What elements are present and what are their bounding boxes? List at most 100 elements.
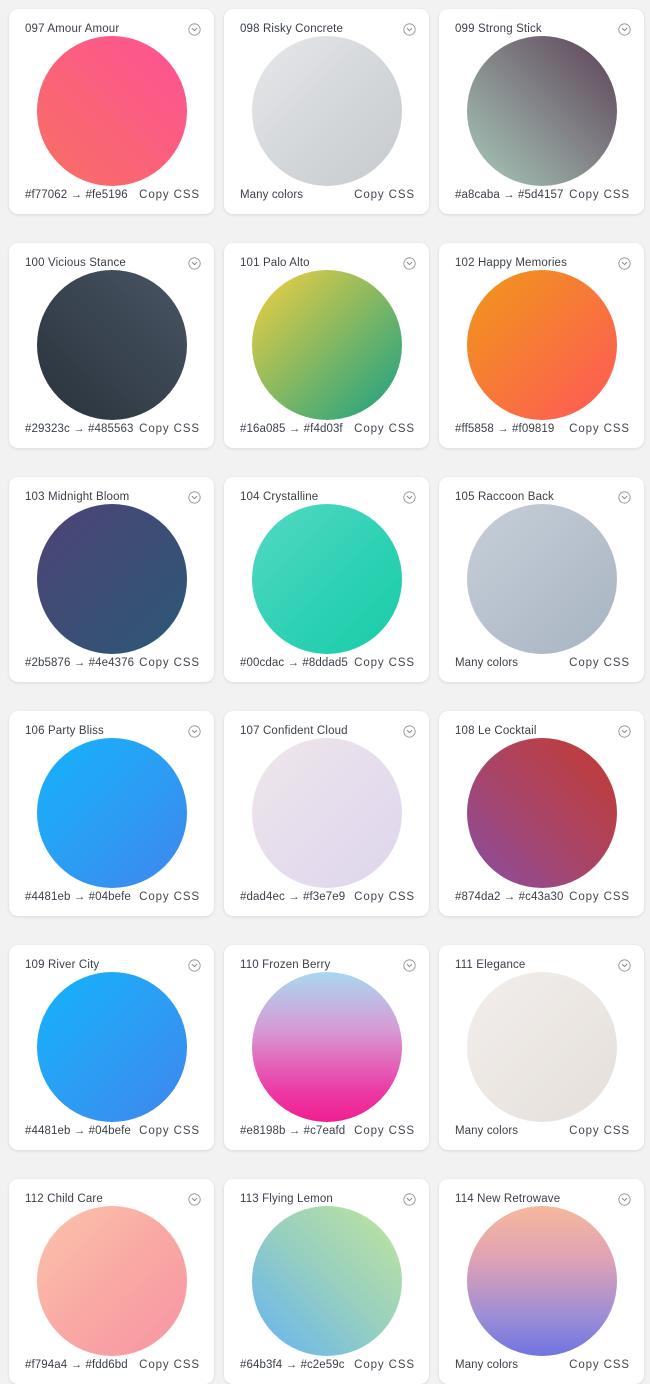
gradient-swatch[interactable] <box>251 270 402 420</box>
chevron-down-circle-icon[interactable] <box>188 958 201 972</box>
copy-css-button[interactable]: Copy CSS <box>354 891 415 903</box>
card-title: 110 Frozen Berry <box>240 959 331 971</box>
gradient-swatch[interactable] <box>36 504 187 654</box>
gradient-swatch[interactable] <box>36 738 187 888</box>
chevron-down-circle-icon[interactable] <box>403 958 416 972</box>
chevron-down-circle-icon[interactable] <box>188 490 201 504</box>
gradient-card[interactable]: 099 Strong Stick #a8caba → #5d4157 Copy … <box>439 9 644 214</box>
chevron-down-circle-icon[interactable] <box>188 1192 201 1206</box>
chevron-down-circle-icon[interactable] <box>188 22 201 36</box>
copy-css-button[interactable]: Copy CSS <box>354 1125 415 1137</box>
swatch-wrap <box>439 738 644 888</box>
gradient-card[interactable]: 102 Happy Memories #ff5858 → #f09819 Cop… <box>439 243 644 448</box>
card-title: 099 Strong Stick <box>455 23 542 35</box>
gradient-swatch[interactable] <box>36 270 187 420</box>
copy-css-button[interactable]: Copy CSS <box>139 423 200 435</box>
gradient-hex-pair: #2b5876 → #4e4376 <box>25 657 135 669</box>
gradient-card[interactable]: 105 Raccoon Back Many colors Copy CSS <box>439 477 644 682</box>
card-footer: Many colors Copy CSS <box>439 653 644 669</box>
gradient-card[interactable]: 106 Party Bliss #4481eb → #04befe Copy C… <box>9 711 214 916</box>
card-title: 098 Risky Concrete <box>240 23 344 35</box>
chevron-down-circle-icon[interactable] <box>618 22 631 36</box>
copy-css-button[interactable]: Copy CSS <box>139 1125 200 1137</box>
chevron-down-circle-icon[interactable] <box>403 724 416 738</box>
gradient-card[interactable]: 109 River City #4481eb → #04befe Copy CS… <box>9 945 214 1150</box>
swatch-wrap <box>224 36 429 186</box>
copy-css-button[interactable]: Copy CSS <box>139 657 200 669</box>
gradient-card[interactable]: 111 Elegance Many colors Copy CSS <box>439 945 644 1150</box>
chevron-down-circle-icon[interactable] <box>403 22 416 36</box>
card-footer: #874da2 → #c43a30 Copy CSS <box>439 887 644 903</box>
card-footer: #f77062 → #fe5196 Copy CSS <box>9 185 214 201</box>
chevron-down-circle-icon[interactable] <box>403 256 416 270</box>
card-title: 107 Confident Cloud <box>240 725 348 737</box>
card-title: 112 Child Care <box>25 1193 103 1205</box>
copy-css-button[interactable]: Copy CSS <box>354 189 415 201</box>
copy-css-button[interactable]: Copy CSS <box>139 189 200 201</box>
swatch-wrap <box>9 36 214 186</box>
gradient-swatch[interactable] <box>251 36 402 186</box>
chevron-down-circle-icon[interactable] <box>618 256 631 270</box>
gradient-swatch[interactable] <box>251 1206 402 1356</box>
gradient-card[interactable]: 103 Midnight Bloom #2b5876 → #4e4376 Cop… <box>9 477 214 682</box>
gradient-swatch[interactable] <box>466 270 617 420</box>
gradient-card[interactable]: 098 Risky Concrete Many colors Copy CSS <box>224 9 429 214</box>
copy-css-button[interactable]: Copy CSS <box>569 891 630 903</box>
chevron-down-circle-icon[interactable] <box>618 724 631 738</box>
gradient-swatch[interactable] <box>251 738 402 888</box>
gradient-swatch[interactable] <box>466 738 617 888</box>
gradient-swatch[interactable] <box>466 1206 617 1356</box>
gradient-swatch[interactable] <box>466 504 617 654</box>
gradient-hex-pair: #f77062 → #fe5196 <box>25 189 128 201</box>
gradient-card[interactable]: 108 Le Cocktail #874da2 → #c43a30 Copy C… <box>439 711 644 916</box>
gradient-hex-pair: #874da2 → #c43a30 <box>455 891 564 903</box>
gradient-card[interactable]: 113 Flying Lemon #64b3f4 → #c2e59c Copy … <box>224 1179 429 1384</box>
card-footer: #f794a4 → #fdd6bd Copy CSS <box>9 1355 214 1371</box>
chevron-down-circle-icon[interactable] <box>403 1192 416 1206</box>
card-title: 108 Le Cocktail <box>455 725 537 737</box>
card-title: 109 River City <box>25 959 100 971</box>
gradient-hex-pair: #f794a4 → #fdd6bd <box>25 1359 128 1371</box>
gradient-card[interactable]: 114 New Retrowave Many colors Copy CSS <box>439 1179 644 1384</box>
gradient-card[interactable]: 112 Child Care #f794a4 → #fdd6bd Copy CS… <box>9 1179 214 1384</box>
gradient-hex-pair: #dad4ec → #f3e7e9 <box>240 891 346 903</box>
card-footer: Many colors Copy CSS <box>439 1355 644 1371</box>
swatch-wrap <box>224 504 429 654</box>
gradient-swatch[interactable] <box>36 36 187 186</box>
card-footer: #ff5858 → #f09819 Copy CSS <box>439 419 644 435</box>
copy-css-button[interactable]: Copy CSS <box>569 1359 630 1371</box>
copy-css-button[interactable]: Copy CSS <box>569 189 630 201</box>
card-footer: #4481eb → #04befe Copy CSS <box>9 887 214 903</box>
copy-css-button[interactable]: Copy CSS <box>569 657 630 669</box>
copy-css-button[interactable]: Copy CSS <box>354 1359 415 1371</box>
copy-css-button[interactable]: Copy CSS <box>139 891 200 903</box>
gradient-swatch[interactable] <box>466 36 617 186</box>
gradient-card[interactable]: 110 Frozen Berry #e8198b → #c7eafd Copy … <box>224 945 429 1150</box>
copy-css-button[interactable]: Copy CSS <box>354 657 415 669</box>
gradient-swatch[interactable] <box>36 972 187 1122</box>
gradient-swatch[interactable] <box>251 972 402 1122</box>
copy-css-button[interactable]: Copy CSS <box>569 1125 630 1137</box>
gradient-swatch[interactable] <box>466 972 617 1122</box>
gradient-hex-pair: #64b3f4 → #c2e59c <box>240 1359 345 1371</box>
gradient-card[interactable]: 097 Amour Amour #f77062 → #fe5196 Copy C… <box>9 9 214 214</box>
copy-css-button[interactable]: Copy CSS <box>569 423 630 435</box>
chevron-down-circle-icon[interactable] <box>618 958 631 972</box>
chevron-down-circle-icon[interactable] <box>403 490 416 504</box>
gradient-card[interactable]: 101 Palo Alto #16a085 → #f4d03f Copy CSS <box>224 243 429 448</box>
chevron-down-circle-icon[interactable] <box>618 490 631 504</box>
card-footer: #00cdac → #8ddad5 Copy CSS <box>224 653 429 669</box>
gradient-card[interactable]: 100 Vicious Stance #29323c → #485563 Cop… <box>9 243 214 448</box>
swatch-wrap <box>439 270 644 420</box>
gradient-card[interactable]: 104 Crystalline #00cdac → #8ddad5 Copy C… <box>224 477 429 682</box>
copy-css-button[interactable]: Copy CSS <box>139 1359 200 1371</box>
gradient-swatch[interactable] <box>251 504 402 654</box>
swatch-wrap <box>439 504 644 654</box>
chevron-down-circle-icon[interactable] <box>188 256 201 270</box>
gradient-swatch[interactable] <box>36 1206 187 1356</box>
gradient-card[interactable]: 107 Confident Cloud #dad4ec → #f3e7e9 Co… <box>224 711 429 916</box>
copy-css-button[interactable]: Copy CSS <box>354 423 415 435</box>
gradient-hex-pair: #16a085 → #f4d03f <box>240 423 343 435</box>
chevron-down-circle-icon[interactable] <box>618 1192 631 1206</box>
chevron-down-circle-icon[interactable] <box>188 724 201 738</box>
